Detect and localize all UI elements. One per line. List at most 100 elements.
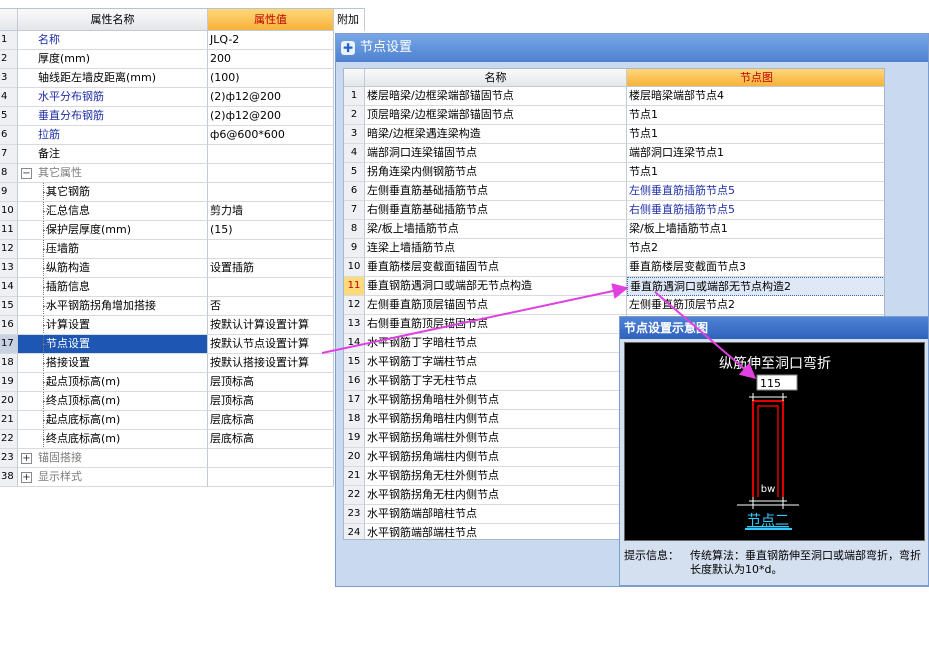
property-value[interactable] (208, 145, 334, 164)
node-diagram-cell[interactable]: 端部洞口连梁节点1 (627, 144, 884, 163)
property-name-cell[interactable]: 起点顶标高(m) (18, 373, 208, 392)
node-diagram-cell[interactable]: 垂直筋遇洞口或端部无节点构造2 (627, 277, 884, 296)
property-row[interactable]: 12 压墙筋 (0, 240, 334, 259)
collapse-icon[interactable]: − (21, 168, 32, 179)
node-diagram-cell[interactable]: 楼层暗梁端部节点4 (627, 87, 884, 106)
node-row[interactable]: 7 右侧垂直筋基础插筋节点 右侧垂直筋插筋节点5 (344, 201, 884, 220)
property-row[interactable]: 6 拉筋 ф6@600*600 (0, 126, 334, 145)
node-diagram-cell[interactable]: 节点2 (627, 239, 884, 258)
property-name-cell[interactable]: 终点底标高(m) (18, 430, 208, 449)
property-value[interactable] (208, 468, 334, 487)
property-name-cell[interactable]: 搭接设置 (18, 354, 208, 373)
property-row[interactable]: 15 水平钢筋拐角增加搭接 否 (0, 297, 334, 316)
property-row[interactable]: 1 名称 JLQ-2 (0, 31, 334, 50)
node-diagram-cell[interactable]: 节点1 (627, 125, 884, 144)
property-row[interactable]: 23 + 锚固搭接 (0, 449, 334, 468)
header-node-name[interactable]: 名称 (365, 69, 627, 87)
node-row[interactable]: 12 左侧垂直筋顶层锚固节点 左侧垂直筋顶层节点2 (344, 296, 884, 315)
node-row[interactable]: 8 梁/板上墙插筋节点 梁/板上墙插筋节点1 (344, 220, 884, 239)
property-name-cell[interactable]: 水平钢筋拐角增加搭接 (18, 297, 208, 316)
property-row[interactable]: 5 垂直分布钢筋 (2)ф12@200 (0, 107, 334, 126)
property-value[interactable]: 按默认节点设置计算 (208, 335, 334, 354)
property-name-cell[interactable]: 水平分布钢筋 (18, 88, 208, 107)
property-name-cell[interactable]: 保护层厚度(mm) (18, 221, 208, 240)
property-value[interactable] (208, 183, 334, 202)
node-diagram-cell[interactable]: 右侧垂直筋插筋节点5 (627, 201, 884, 220)
property-value[interactable]: (15) (208, 221, 334, 240)
property-row[interactable]: 7 备注 (0, 145, 334, 164)
dialog-titlebar[interactable]: ✚ 节点设置 (336, 34, 928, 62)
length-input-value[interactable]: 115 (760, 377, 781, 390)
property-row[interactable]: 38 + 显示样式 (0, 468, 334, 487)
property-name-cell[interactable]: 纵筋构造 (18, 259, 208, 278)
property-row[interactable]: 8− 其它属性 (0, 164, 334, 183)
header-attribute-value[interactable]: 属性值 (208, 9, 334, 31)
property-name-cell[interactable]: − 其它属性 (18, 164, 208, 183)
property-value[interactable]: 否 (208, 297, 334, 316)
node-row[interactable]: 6 左侧垂直筋基础插筋节点 左侧垂直筋插筋节点5 (344, 182, 884, 201)
property-value[interactable]: 按默认搭接设置计算 (208, 354, 334, 373)
property-value[interactable]: 剪力墙 (208, 202, 334, 221)
property-value[interactable]: JLQ-2 (208, 31, 334, 50)
node-row[interactable]: 1 楼层暗梁/边框梁端部锚固节点 楼层暗梁端部节点4 (344, 87, 884, 106)
property-value[interactable]: (2)ф12@200 (208, 107, 334, 126)
node-diagram-cell[interactable]: 垂直筋楼层变截面节点3 (627, 258, 884, 277)
property-row[interactable]: 3 轴线距左墙皮距离(mm) (100) (0, 69, 334, 88)
property-name-cell[interactable]: 其它钢筋 (18, 183, 208, 202)
property-row[interactable]: 19 起点顶标高(m) 层顶标高 (0, 373, 334, 392)
property-value[interactable] (208, 449, 334, 468)
property-value[interactable]: (2)ф12@200 (208, 88, 334, 107)
addon-column-header[interactable]: 附加 (335, 9, 365, 31)
property-row[interactable]: 9 其它钢筋 (0, 183, 334, 202)
property-value[interactable]: 层顶标高 (208, 392, 334, 411)
property-name-cell[interactable]: 厚度(mm) (18, 50, 208, 69)
property-value[interactable]: 层底标高 (208, 411, 334, 430)
diagram-popup-title[interactable]: 节点设置示意图 (620, 317, 928, 339)
property-row[interactable]: 17 节点设置 按默认节点设置计算 (0, 335, 334, 354)
property-row[interactable]: 11 保护层厚度(mm) (15) (0, 221, 334, 240)
node-row[interactable]: 11 垂直钢筋遇洞口或端部无节点构造 垂直筋遇洞口或端部无节点构造2 (344, 277, 884, 296)
node-diagram-cell[interactable]: 节点1 (627, 163, 884, 182)
node-diagram-cell[interactable]: 梁/板上墙插筋节点1 (627, 220, 884, 239)
node-diagram-cell[interactable]: 左侧垂直筋顶层节点2 (627, 296, 884, 315)
property-row[interactable]: 2 厚度(mm) 200 (0, 50, 334, 69)
property-row[interactable]: 4 水平分布钢筋 (2)ф12@200 (0, 88, 334, 107)
property-name-cell[interactable]: + 锚固搭接 (18, 449, 208, 468)
property-value[interactable]: 按默认计算设置计算 (208, 316, 334, 335)
property-name-cell[interactable]: 终点顶标高(m) (18, 392, 208, 411)
property-name-cell[interactable]: 垂直分布钢筋 (18, 107, 208, 126)
property-value[interactable]: ф6@600*600 (208, 126, 334, 145)
property-row[interactable]: 18 搭接设置 按默认搭接设置计算 (0, 354, 334, 373)
header-attribute-name[interactable]: 属性名称 (18, 9, 208, 31)
property-value[interactable]: 设置插筋 (208, 259, 334, 278)
property-name-cell[interactable]: + 显示样式 (18, 468, 208, 487)
property-value[interactable]: 层顶标高 (208, 373, 334, 392)
node-row[interactable]: 10 垂直筋楼层变截面锚固节点 垂直筋楼层变截面节点3 (344, 258, 884, 277)
property-value[interactable]: 层底标高 (208, 430, 334, 449)
property-row[interactable]: 13 纵筋构造 设置插筋 (0, 259, 334, 278)
property-value[interactable] (208, 240, 334, 259)
node-row[interactable]: 4 端部洞口连梁锚固节点 端部洞口连梁节点1 (344, 144, 884, 163)
property-value[interactable]: (100) (208, 69, 334, 88)
property-row[interactable]: 21 起点底标高(m) 层底标高 (0, 411, 334, 430)
property-name-cell[interactable]: 节点设置 (18, 335, 208, 354)
expand-icon[interactable]: + (21, 453, 32, 464)
property-name-cell[interactable]: 起点底标高(m) (18, 411, 208, 430)
node-row[interactable]: 2 顶层暗梁/边框梁端部锚固节点 节点1 (344, 106, 884, 125)
property-name-cell[interactable]: 汇总信息 (18, 202, 208, 221)
expand-icon[interactable]: + (21, 472, 32, 483)
property-name-cell[interactable]: 备注 (18, 145, 208, 164)
property-row[interactable]: 22 终点底标高(m) 层底标高 (0, 430, 334, 449)
header-node-diagram[interactable]: 节点图 (627, 69, 884, 87)
property-row[interactable]: 14 插筋信息 (0, 278, 334, 297)
property-name-cell[interactable]: 插筋信息 (18, 278, 208, 297)
property-value[interactable]: 200 (208, 50, 334, 69)
property-name-cell[interactable]: 压墙筋 (18, 240, 208, 259)
node-row[interactable]: 5 拐角连梁内侧钢筋节点 节点1 (344, 163, 884, 182)
node-row[interactable]: 3 暗梁/边框梁遇连梁构造 节点1 (344, 125, 884, 144)
node-diagram-cell[interactable]: 节点1 (627, 106, 884, 125)
property-value[interactable] (208, 164, 334, 183)
property-name-cell[interactable]: 名称 (18, 31, 208, 50)
property-row[interactable]: 16 计算设置 按默认计算设置计算 (0, 316, 334, 335)
node-diagram-cell[interactable]: 左侧垂直筋插筋节点5 (627, 182, 884, 201)
